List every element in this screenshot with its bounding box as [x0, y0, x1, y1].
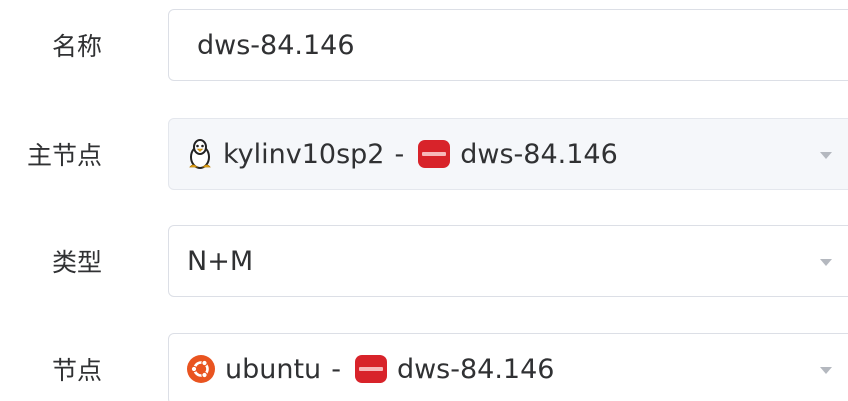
type-label: 类型: [51, 248, 102, 277]
node-label: 节点: [51, 356, 102, 385]
gaussdb-icon: [354, 355, 387, 383]
name-input[interactable]: dws-84.146: [168, 9, 848, 81]
form-row-master-node: 主节点 kylinv10sp2 - dws-84.146: [0, 118, 848, 194]
linux-penguin-icon: [187, 138, 213, 170]
master-node-chevron-down-icon[interactable]: [820, 152, 832, 159]
master-node-db-name: dws-84.146: [460, 138, 618, 170]
type-value: N+M: [187, 245, 254, 277]
form-row-name: 名称 dws-84.146: [0, 9, 848, 85]
node-separator: -: [331, 353, 341, 385]
master-node-separator: -: [394, 138, 405, 170]
form-row-type: 类型 N+M: [0, 225, 848, 301]
gaussdb-icon: [418, 140, 451, 168]
node-os-name: ubuntu: [225, 353, 322, 385]
type-select[interactable]: N+M: [168, 225, 848, 297]
type-chevron-down-icon[interactable]: [820, 259, 832, 266]
form-row-node: 节点 ubuntu - dws-84.146: [0, 333, 848, 401]
cluster-form: 名称 dws-84.146 主节点 kylinv10sp2 - dws-84.1…: [0, 0, 848, 401]
ubuntu-icon: [187, 355, 215, 383]
name-label: 名称: [51, 32, 102, 61]
master-node-os-name: kylinv10sp2: [223, 138, 385, 170]
node-chevron-down-icon[interactable]: [820, 367, 832, 374]
node-db-name: dws-84.146: [396, 353, 555, 385]
name-value: dws-84.146: [197, 29, 355, 61]
master-node-label: 主节点: [26, 141, 102, 170]
node-select[interactable]: ubuntu - dws-84.146: [168, 333, 848, 401]
master-node-select[interactable]: kylinv10sp2 - dws-84.146: [168, 118, 848, 190]
